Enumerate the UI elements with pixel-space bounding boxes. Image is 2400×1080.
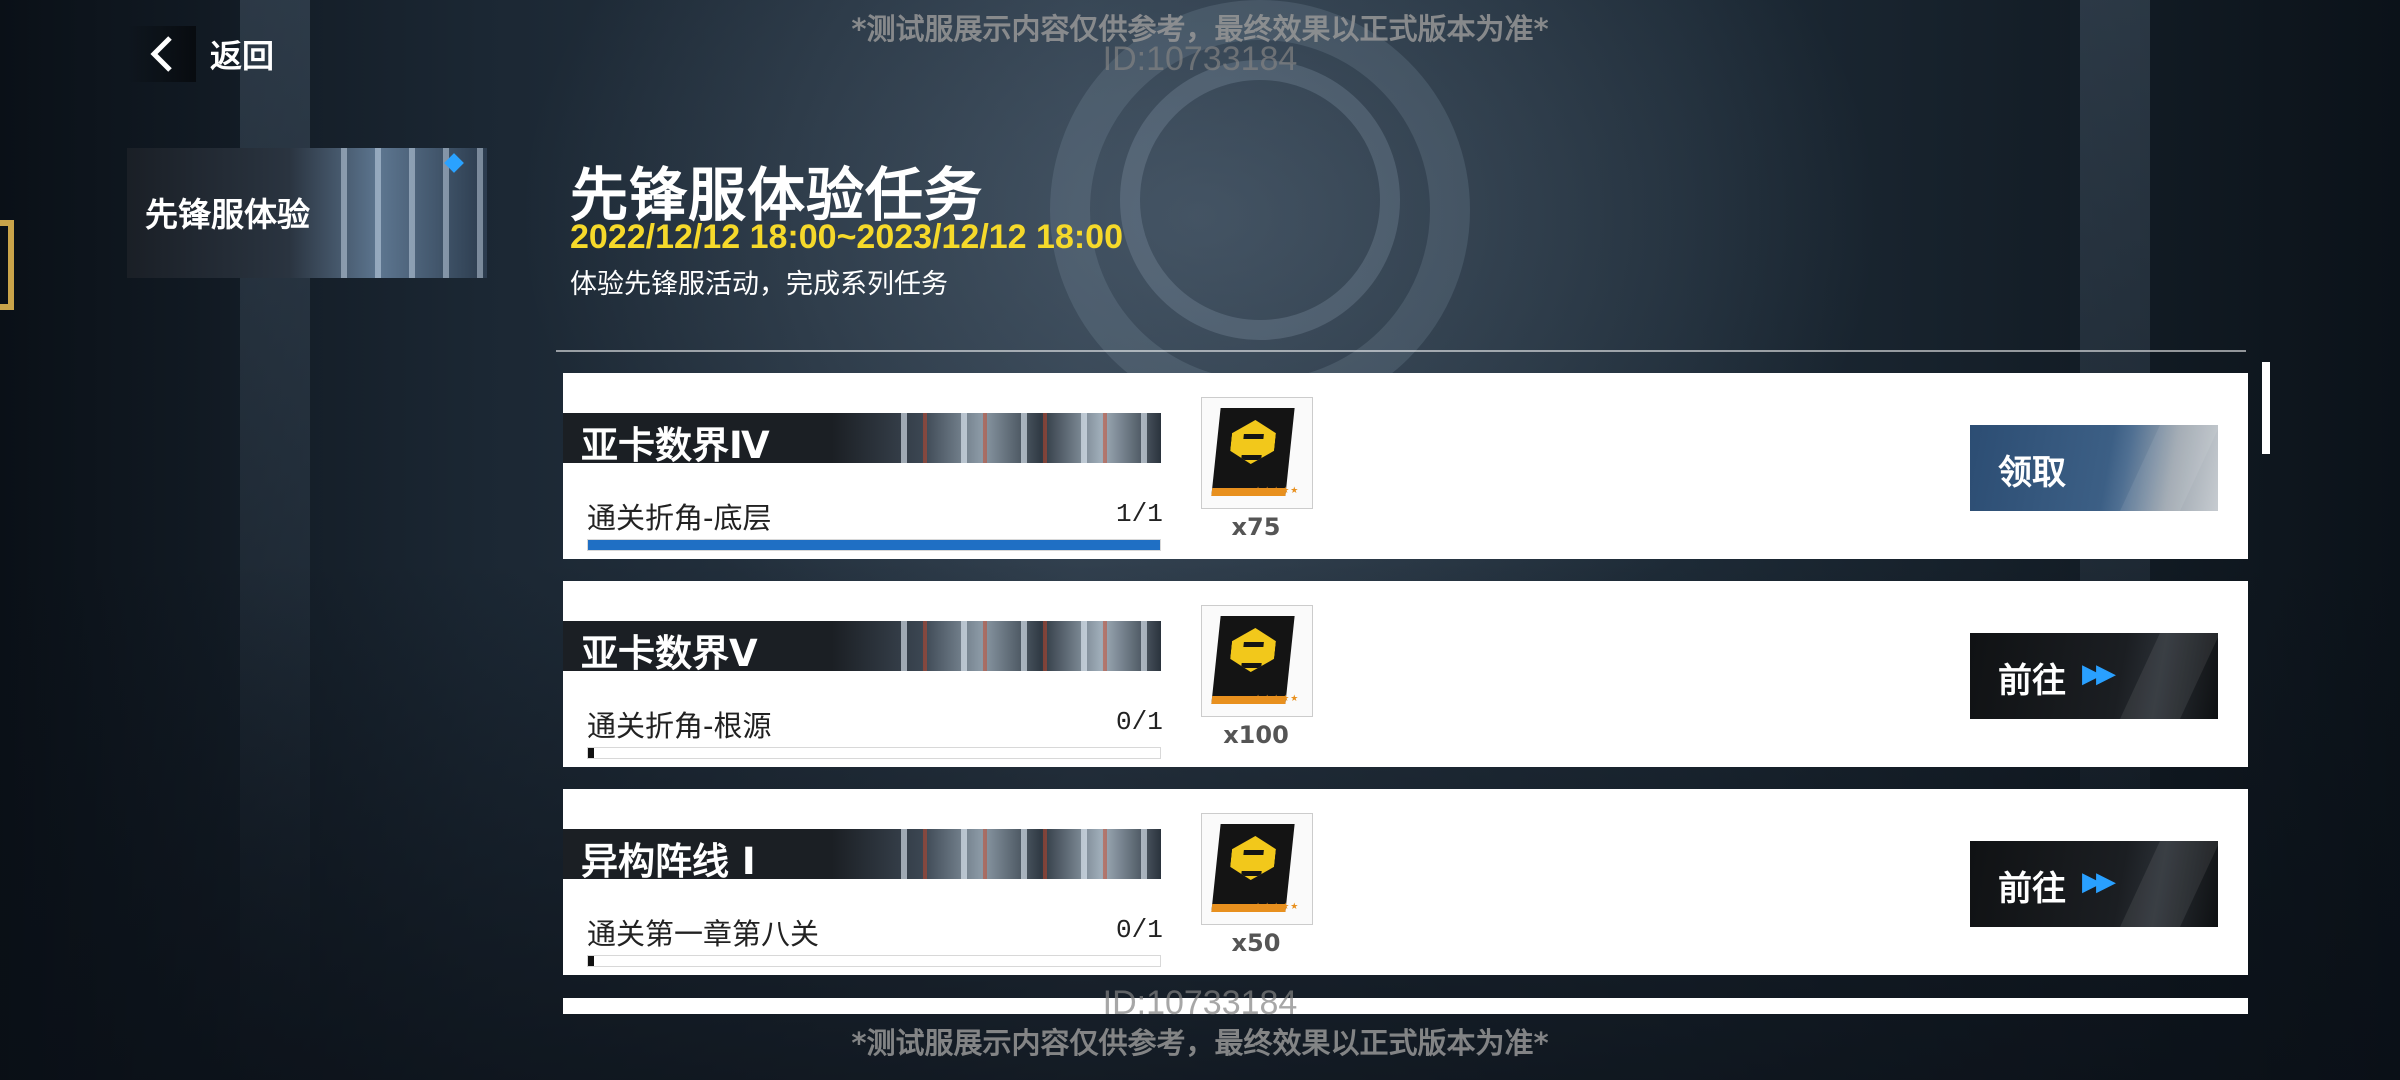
task-progress-text: 1/1: [1116, 499, 1163, 529]
star-rating-icon: ★★★★★: [1254, 694, 1300, 704]
reward-card-icon: [1211, 616, 1295, 704]
event-description: 体验先锋服活动，完成系列任务: [570, 269, 948, 300]
task-condition: 通关第一章第八关: [587, 917, 820, 951]
task-name-banner: 异构阵线 Ⅰ: [563, 829, 1161, 879]
task-progress-text: 0/1: [1116, 707, 1163, 737]
banner-artwork: [883, 829, 1161, 879]
task-condition: 通关折角-底层: [587, 501, 772, 535]
reward-item[interactable]: ★★★★★: [1201, 813, 1313, 925]
banner-artwork: [883, 621, 1161, 671]
task-row: 亚卡数界Ⅳ 通关折角-底层 1/1 ★★★★★ x75 领取: [563, 373, 2248, 559]
back-label: 返回: [210, 37, 275, 75]
task-row: 亚卡数界Ⅴ 通关折角-根源 0/1 ★★★★★ x100 前往 ▶▶: [563, 581, 2248, 767]
star-rating-icon: ★★★★★: [1254, 902, 1300, 912]
back-button[interactable]: 返回: [126, 26, 274, 82]
task-name: 亚卡数界Ⅴ: [581, 632, 758, 671]
progress-bar: [587, 955, 1161, 967]
reward-card-icon: [1211, 824, 1295, 912]
scrollbar-thumb[interactable]: [2262, 362, 2270, 454]
reward-quantity: x50: [1231, 929, 1281, 957]
banner-artwork: [883, 413, 1161, 463]
progress-marker: [588, 748, 594, 758]
task-condition: 通关折角-根源: [587, 709, 772, 743]
double-chevron-right-icon: ▶▶: [2082, 867, 2116, 897]
task-row: 异构阵线 Ⅰ 通关第一章第八关 0/1 ★★★★★ x50 前往 ▶▶: [563, 789, 2248, 975]
reward-quantity: x100: [1223, 721, 1289, 749]
task-name-banner: 亚卡数界Ⅴ: [563, 621, 1161, 671]
reward-item[interactable]: ★★★★★: [1201, 605, 1313, 717]
action-label: 前往: [1998, 661, 2066, 701]
reward-item[interactable]: ★★★★★: [1201, 397, 1313, 509]
sidebar-tab-vanguard[interactable]: 先锋服体验: [127, 148, 487, 278]
event-date-range: 2022/12/12 18:00~2023/12/12 18:00: [570, 218, 1123, 256]
watermark-id-top: ID:10733184: [1102, 40, 1298, 78]
progress-fill: [588, 540, 1160, 550]
double-chevron-right-icon: ▶▶: [2082, 659, 2116, 689]
reward-quantity: x75: [1231, 513, 1281, 541]
tab-artwork: [327, 148, 487, 278]
goto-button[interactable]: 前往 ▶▶: [1970, 633, 2218, 719]
divider: [556, 350, 2246, 352]
progress-marker: [588, 956, 594, 966]
reward-card-icon: [1211, 408, 1295, 496]
sidebar-tab-label: 先锋服体验: [145, 195, 310, 234]
goto-button[interactable]: 前往 ▶▶: [1970, 841, 2218, 927]
button-decoration: [2120, 633, 2218, 719]
progress-bar: [587, 747, 1161, 759]
task-name: 异构阵线 Ⅰ: [581, 840, 756, 879]
button-decoration: [2120, 425, 2218, 511]
claim-button[interactable]: 领取: [1970, 425, 2218, 511]
action-label: 前往: [1998, 869, 2066, 909]
chevron-left-icon: [126, 26, 196, 82]
bg-arch-inner: [1120, 60, 1400, 340]
task-name: 亚卡数界Ⅳ: [581, 424, 770, 463]
hex-frame-icon: [0, 220, 14, 310]
button-decoration: [2120, 841, 2218, 927]
task-name-banner: 亚卡数界Ⅳ: [563, 413, 1161, 463]
task-progress-text: 0/1: [1116, 915, 1163, 945]
watermark-id-bottom: ID:10733184: [1102, 984, 1298, 1022]
watermark-bottom: *测试服展示内容仅供参考，最终效果以正式版本为准*: [851, 1026, 1549, 1060]
progress-bar: [587, 539, 1161, 551]
star-rating-icon: ★★★★★: [1254, 486, 1300, 496]
action-label: 领取: [1998, 453, 2066, 493]
